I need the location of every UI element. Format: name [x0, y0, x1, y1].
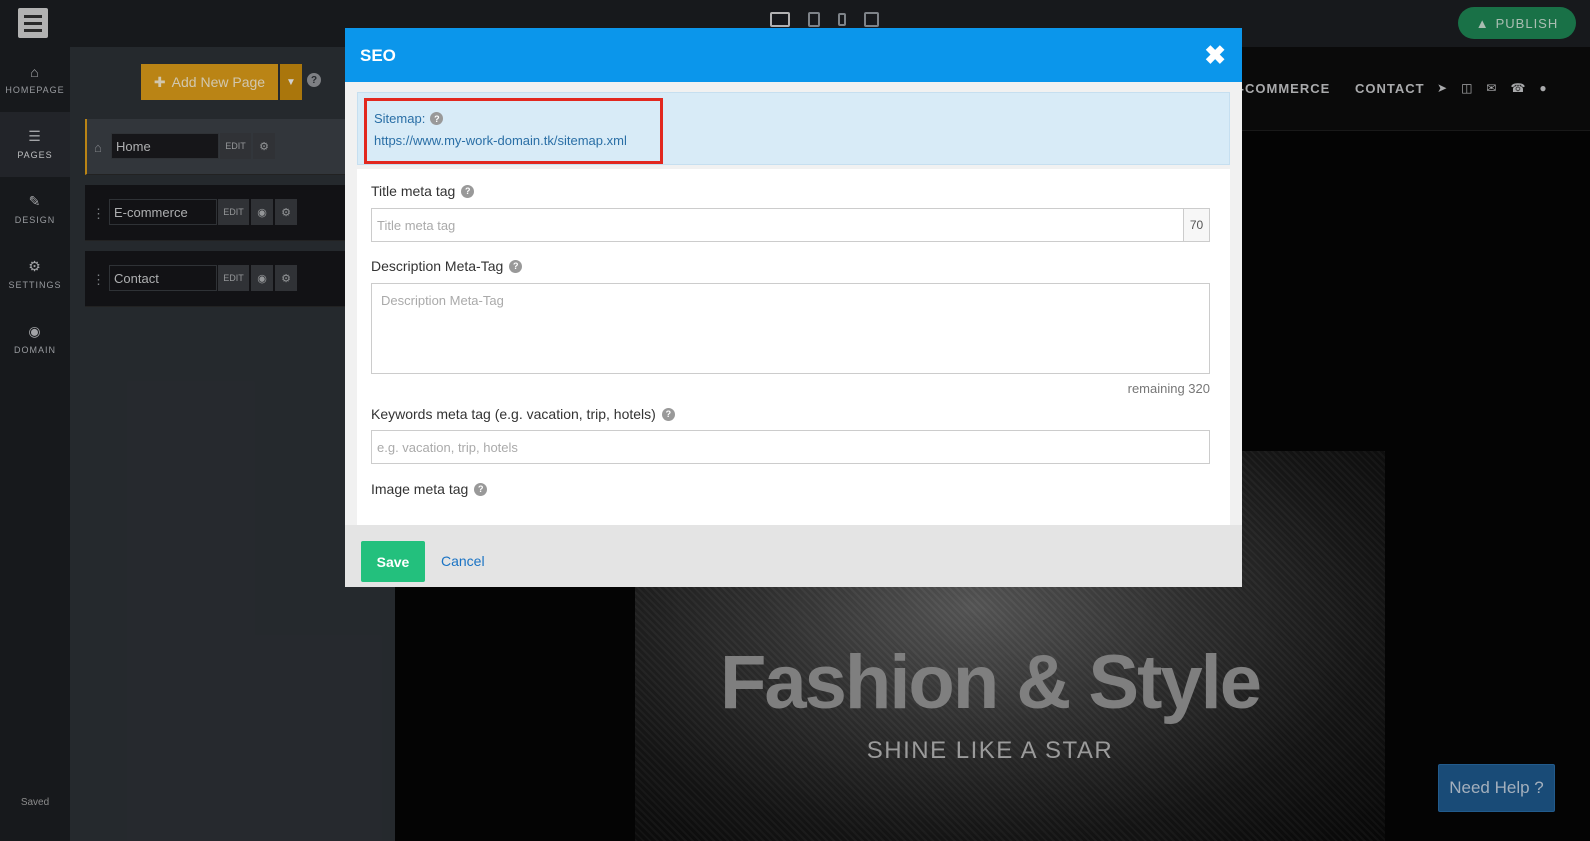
- sitemap-highlight: [364, 98, 663, 164]
- description-label: Description Meta-Tag ?: [371, 258, 523, 274]
- description-remaining: remaining 320: [1127, 381, 1210, 396]
- help-icon[interactable]: ?: [661, 407, 675, 421]
- modal-footer: Save Cancel: [345, 525, 1242, 587]
- help-icon[interactable]: ?: [461, 184, 475, 198]
- title-tag-input[interactable]: Title meta tag 70: [371, 208, 1210, 242]
- help-icon[interactable]: ?: [430, 112, 444, 125]
- title-tag-label: Title meta tag ?: [371, 183, 475, 199]
- keywords-input[interactable]: e.g. vacation, trip, hotels: [371, 430, 1210, 464]
- image-tag-label-text: Image meta tag: [371, 481, 469, 497]
- seo-form: Title meta tag ? Title meta tag 70 Descr…: [357, 169, 1230, 527]
- help-icon[interactable]: ?: [474, 482, 488, 496]
- keywords-label-text: Keywords meta tag (e.g. vacation, trip, …: [371, 406, 656, 422]
- sitemap-label-text: Sitemap:: [374, 111, 426, 126]
- save-button[interactable]: Save: [361, 541, 425, 582]
- title-tag-counter: 70: [1183, 209, 1209, 241]
- title-tag-placeholder: Title meta tag: [377, 218, 456, 233]
- keywords-label: Keywords meta tag (e.g. vacation, trip, …: [371, 406, 675, 422]
- modal-title: SEO: [360, 46, 396, 65]
- image-tag-label: Image meta tag ?: [371, 481, 488, 497]
- modal-header: SEO ✖: [345, 28, 1242, 82]
- sitemap-info-box: Sitemap: ? https://www.my-work-domain.tk…: [357, 92, 1230, 165]
- sitemap-label: Sitemap: ?: [374, 111, 444, 126]
- cancel-button[interactable]: Cancel: [441, 553, 485, 569]
- modal-body[interactable]: Sitemap: ? https://www.my-work-domain.tk…: [357, 92, 1230, 527]
- description-label-text: Description Meta-Tag: [371, 258, 504, 274]
- description-textarea[interactable]: Description Meta-Tag: [371, 283, 1210, 374]
- title-tag-label-text: Title meta tag: [371, 183, 456, 199]
- sitemap-link[interactable]: https://www.my-work-domain.tk/sitemap.xm…: [374, 133, 627, 148]
- close-icon[interactable]: ✖: [1204, 42, 1226, 68]
- seo-modal: SEO ✖ Sitemap: ? https://www.my-work-dom…: [345, 28, 1242, 587]
- help-icon[interactable]: ?: [509, 259, 523, 273]
